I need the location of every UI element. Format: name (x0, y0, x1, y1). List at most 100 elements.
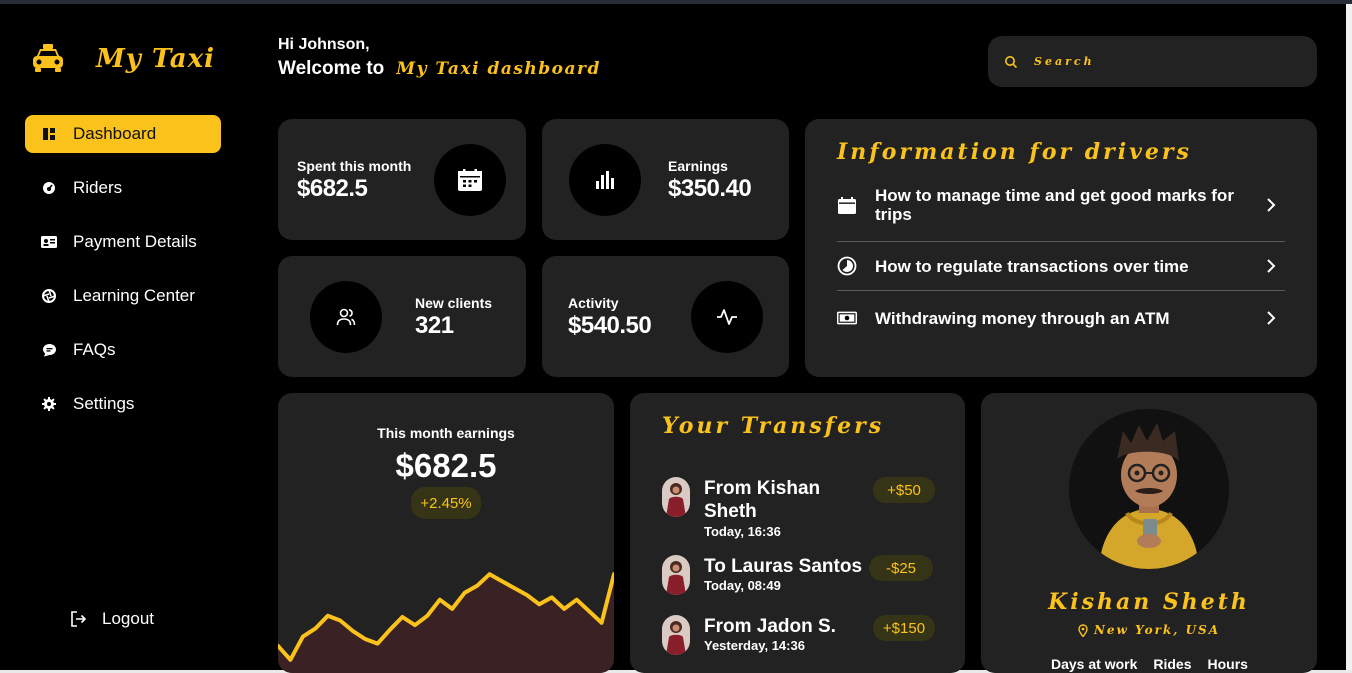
transfer-amount-badge: +$50 (873, 477, 935, 503)
profile-card: Kishan Sheth New York, USA Days at work … (981, 393, 1317, 673)
calendar-icon (458, 169, 482, 191)
taxi-icon (33, 44, 63, 72)
transfers-title: Your Transfers (662, 413, 885, 439)
logout-icon (71, 611, 87, 627)
stat-icon-circle (569, 144, 641, 216)
earnings-card[interactable]: Earnings $350.40 (542, 119, 789, 240)
logout-button[interactable]: Logout (70, 609, 154, 629)
info-item-text: Withdrawing money through an ATM (875, 308, 1170, 328)
stat-value: $682.5 (297, 175, 368, 202)
info-item-withdraw-atm[interactable]: Withdrawing money through an ATM (837, 307, 1285, 329)
stat-value: $350.40 (668, 175, 752, 202)
search-icon (1005, 55, 1018, 68)
info-item-text: How to manage time and get good marks fo… (875, 186, 1234, 224)
transfer-amount-badge: +$150 (873, 615, 935, 641)
dashboard-icon (41, 126, 57, 142)
welcome-text: Welcome to (278, 58, 385, 79)
transfer-item[interactable]: From Kishan Sheth Today, 16:36 +$50 (662, 477, 935, 541)
profile-location: New York, USA (981, 623, 1317, 637)
sidebar-item-dashboard[interactable]: Dashboard (25, 115, 221, 153)
banknote-icon (837, 308, 857, 328)
earnings-area (278, 574, 614, 673)
sidebar-item-label: Learning Center (73, 286, 195, 305)
stat-value: $540.50 (568, 312, 652, 339)
new-clients-card[interactable]: New clients 321 (278, 256, 526, 377)
info-item-text: How to regulate transactions over time (875, 256, 1189, 276)
transfer-time: Yesterday, 14:36 (704, 638, 805, 653)
id-card-icon (41, 234, 57, 250)
chevron-right-icon (1267, 259, 1276, 273)
transfer-name: From Kishan Sheth (704, 478, 821, 522)
info-item-manage-time[interactable]: How to manage time and get good marks fo… (837, 186, 1285, 224)
driver-info-card: Information for drivers How to manage ti… (805, 119, 1317, 377)
sidebar-item-learning-center[interactable]: Learning Center (25, 277, 221, 315)
stat-label: Activity (568, 295, 619, 311)
logout-label: Logout (102, 609, 154, 628)
avatar (662, 615, 690, 655)
stat-value: 321 (415, 312, 454, 339)
location-pin-icon (1078, 623, 1088, 637)
chevron-right-icon (1267, 311, 1276, 325)
transfer-name: From Jadon S. (704, 616, 836, 637)
stat-label: Spent this month (297, 158, 412, 174)
pulse-icon (717, 309, 737, 325)
window-top-border (0, 0, 1352, 4)
transfer-item[interactable]: To Lauras Santos Today, 08:49 -$25 (662, 555, 933, 599)
sidebar-nav: Dashboard Riders Payment Details Learnin… (25, 115, 221, 439)
stat-icon-circle (310, 281, 382, 353)
transfer-item[interactable]: From Jadon S. Yesterday, 14:36 +$150 (662, 615, 935, 659)
users-icon (336, 308, 356, 326)
sidebar-item-label: Riders (73, 178, 123, 197)
sidebar-item-payment-details[interactable]: Payment Details (25, 223, 221, 261)
profile-avatar[interactable] (1069, 409, 1229, 569)
greeting-text: Hi Johnson, (278, 36, 370, 53)
info-title: Information for drivers (837, 139, 1192, 165)
earnings-change-badge: +2.45% (411, 487, 481, 519)
page-right-edge (1346, 4, 1352, 673)
avatar (662, 477, 690, 517)
chat-bubble-icon (41, 342, 57, 358)
transfer-amount-badge: -$25 (869, 555, 933, 581)
sidebar-item-label: Settings (73, 394, 135, 413)
sidebar-item-label: FAQs (73, 340, 116, 359)
profile-stat-label: Rides (1153, 656, 1192, 672)
sidebar-item-riders[interactable]: Riders (25, 169, 221, 207)
dashboard-brand-title: My Taxi dashboard (396, 59, 601, 79)
transfer-time: Today, 16:36 (704, 524, 781, 539)
bar-chart-icon (596, 171, 614, 189)
search-input[interactable] (1034, 55, 1294, 68)
transfers-card: Your Transfers From Kishan Sheth Today, … (630, 393, 965, 673)
info-item-regulate-transactions[interactable]: How to regulate transactions over time (837, 255, 1285, 277)
profile-stat-label: Hours (1207, 656, 1248, 672)
stat-label: Earnings (668, 158, 728, 174)
aperture-icon (41, 288, 57, 304)
info-divider (837, 241, 1285, 242)
sidebar-item-label: Dashboard (73, 124, 157, 143)
header-greeting: Hi Johnson, Welcome to My Taxi dashboard (278, 36, 601, 80)
earnings-label: This month earnings (377, 425, 515, 441)
calendar-icon (837, 195, 857, 215)
activity-card[interactable]: Activity $540.50 (542, 256, 789, 377)
profile-stat-label: Days at work (1051, 656, 1138, 672)
spent-this-month-card[interactable]: Spent this month $682.5 (278, 119, 526, 240)
profile-location-text: New York, USA (1093, 623, 1221, 637)
gauge-icon (41, 180, 57, 196)
info-divider (837, 290, 1285, 291)
app-name: My Taxi (96, 44, 216, 74)
sidebar-item-label: Payment Details (73, 232, 197, 251)
stat-icon-circle (691, 281, 763, 353)
month-earnings-card: This month earnings $682.5 +2.45% (278, 393, 614, 673)
stat-icon-circle (434, 144, 506, 216)
sidebar-item-faqs[interactable]: FAQs (25, 331, 221, 369)
profile-name: Kishan Sheth (1048, 589, 1250, 615)
gear-icon (41, 396, 57, 412)
app-logo[interactable]: My Taxi (30, 40, 214, 76)
stat-label: New clients (415, 295, 493, 311)
earnings-value: $682.5 (395, 447, 497, 484)
pie-icon (837, 256, 857, 276)
sidebar-item-settings[interactable]: Settings (25, 385, 221, 423)
avatar (662, 555, 690, 595)
profile-stats: Days at work Rides Hours (1051, 656, 1264, 672)
chevron-right-icon (1267, 198, 1276, 212)
search-bar[interactable] (988, 36, 1317, 87)
